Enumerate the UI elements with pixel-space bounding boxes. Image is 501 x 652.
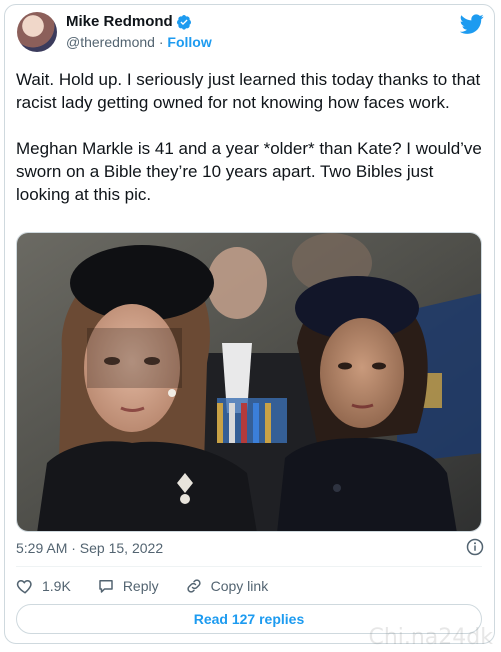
tweet-photo[interactable] xyxy=(16,232,482,532)
avatar[interactable] xyxy=(17,12,57,52)
timestamp[interactable]: 5:29 AM · Sep 15, 2022 xyxy=(16,540,163,556)
verified-badge-icon xyxy=(176,14,191,30)
action-bar: 1.9K Reply Copy link xyxy=(16,577,294,595)
reply-button[interactable]: Reply xyxy=(97,577,159,595)
watermark: Chi.na24dk xyxy=(368,625,493,650)
author-name[interactable]: Mike Redmond xyxy=(66,13,173,30)
twitter-bird-icon[interactable] xyxy=(460,12,484,36)
divider xyxy=(16,566,482,567)
author-name-row: Mike Redmond xyxy=(66,13,192,30)
copy-link-label: Copy link xyxy=(210,578,269,594)
copy-link-button[interactable]: Copy link xyxy=(185,577,269,595)
author-handle[interactable]: @theredmond xyxy=(66,34,155,50)
speech-bubble-icon xyxy=(99,580,113,593)
photo-illustration xyxy=(17,233,481,531)
tweet-text: Wait. Hold up. I seriously just learned … xyxy=(16,70,482,204)
heart-icon xyxy=(16,579,32,594)
like-button[interactable]: 1.9K xyxy=(16,577,71,595)
info-icon[interactable] xyxy=(466,538,484,556)
like-count: 1.9K xyxy=(42,578,71,594)
link-icon xyxy=(186,579,201,593)
follow-button[interactable]: Follow xyxy=(167,34,211,50)
author-handle-row: @theredmond · Follow xyxy=(66,34,212,50)
reply-label: Reply xyxy=(122,578,159,594)
handle-separator: · xyxy=(154,34,168,50)
